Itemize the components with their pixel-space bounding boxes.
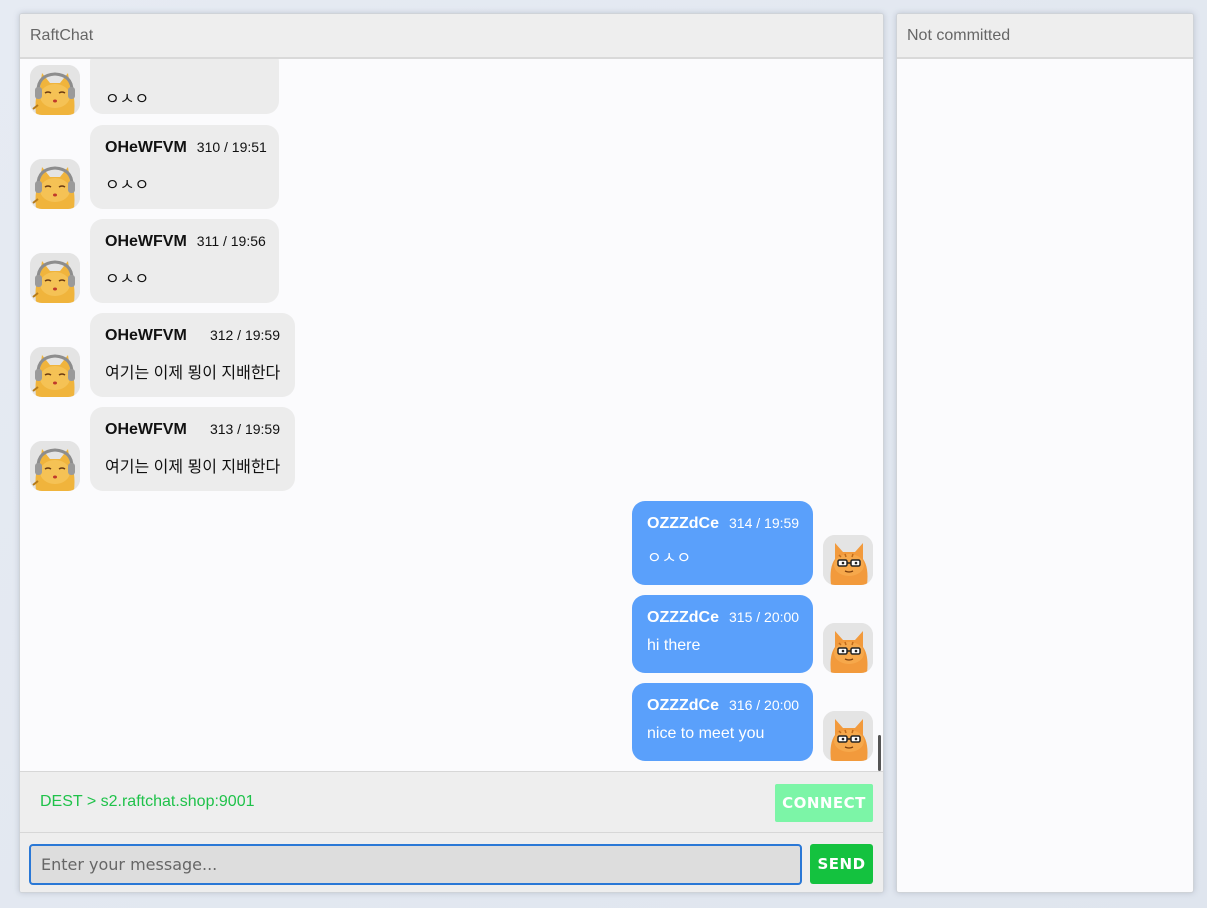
message-text: nice to meet you: [647, 725, 765, 742]
chat-header: RaftChat: [20, 14, 883, 59]
sleeping-cat-headphones-icon: [30, 441, 80, 491]
message-bubble: OZZZdCe 315 / 20:00 hi there: [632, 595, 813, 673]
message-bubble: OZZZdCe 316 / 20:00 nice to meet you: [632, 683, 813, 761]
message-row: OHeWFVM 313 / 19:59 여기는 이제 묑이 지배한다: [20, 407, 883, 491]
destination-address: DEST > s2.raftchat.shop:9001: [40, 793, 255, 810]
sleeping-cat-headphones-icon: [30, 65, 80, 115]
message-row: OZZZdCe 315 / 20:00 hi there: [20, 595, 883, 673]
message-row: OZZZdCe 316 / 20:00 nice to meet you: [20, 683, 883, 761]
message-text: hi there: [647, 637, 701, 654]
cat-with-glasses-icon: [823, 623, 873, 673]
cat-with-glasses-icon: [823, 711, 873, 761]
message-bubble: OHeWFVM 310 / 19:51 ㅇㅅㅇ: [90, 125, 279, 209]
message-row: OHeWFVM 312 / 19:59 여기는 이제 묑이 지배한다: [20, 313, 883, 397]
message-row: OZZZdCe 314 / 19:59 ㅇㅅㅇ: [20, 501, 883, 585]
app-title: RaftChat: [30, 27, 94, 44]
sender-name: OHeWFVM: [105, 233, 187, 250]
message-row: OHeWFVM 311 / 19:56 ㅇㅅㅇ: [20, 219, 883, 303]
message-bubble: OHeWFVM 311 / 19:56 ㅇㅅㅇ: [90, 219, 279, 303]
message-text: 여기는 이제 묑이 지배한다: [105, 365, 281, 382]
message-row: ㅇㅅㅇ: [20, 59, 883, 115]
chat-panel: RaftChat ㅇㅅㅇ OHeWFVM 310 / 19:51 ㅇㅅㅇ OHe…: [19, 13, 884, 893]
message-meta: 314 / 19:59: [729, 515, 800, 531]
message-meta: 312 / 19:59: [209, 327, 280, 343]
sleeping-cat-headphones-icon: [30, 253, 80, 303]
message-text: ㅇㅅㅇ: [647, 550, 692, 567]
sleeping-cat-headphones-icon: [30, 347, 80, 397]
message-meta: 310 / 19:51: [196, 139, 267, 155]
message-meta: 311 / 19:56: [196, 233, 266, 249]
composer-bar: SEND: [20, 832, 883, 892]
destination-bar: DEST > s2.raftchat.shop:9001 CONNECT: [20, 771, 883, 832]
message-input[interactable]: [29, 844, 802, 885]
message-meta: 316 / 20:00: [729, 697, 800, 713]
sender-name: OZZZdCe: [647, 515, 719, 532]
scrollbar-thumb[interactable]: [878, 735, 881, 771]
message-text: ㅇㅅㅇ: [105, 91, 150, 108]
message-text: ㅇㅅㅇ: [105, 271, 150, 288]
message-text: ㅇㅅㅇ: [105, 177, 150, 194]
uncommitted-header: Not committed: [897, 14, 1193, 59]
uncommitted-panel: Not committed: [896, 13, 1194, 893]
message-meta: 315 / 20:00: [729, 609, 800, 625]
sender-name: OZZZdCe: [647, 609, 719, 626]
connect-button[interactable]: CONNECT: [775, 784, 873, 822]
message-row: OHeWFVM 310 / 19:51 ㅇㅅㅇ: [20, 125, 883, 209]
message-bubble: OZZZdCe 314 / 19:59 ㅇㅅㅇ: [632, 501, 813, 585]
sender-name: OZZZdCe: [647, 697, 719, 714]
message-list[interactable]: ㅇㅅㅇ OHeWFVM 310 / 19:51 ㅇㅅㅇ OHeWFVM 311 …: [20, 59, 883, 771]
message-bubble: ㅇㅅㅇ: [90, 59, 279, 114]
message-bubble: OHeWFVM 313 / 19:59 여기는 이제 묑이 지배한다: [90, 407, 295, 491]
message-bubble: OHeWFVM 312 / 19:59 여기는 이제 묑이 지배한다: [90, 313, 295, 397]
sleeping-cat-headphones-icon: [30, 159, 80, 209]
send-button[interactable]: SEND: [810, 844, 873, 884]
cat-with-glasses-icon: [823, 535, 873, 585]
sender-name: OHeWFVM: [105, 139, 187, 156]
message-meta: 313 / 19:59: [209, 421, 280, 437]
sender-name: OHeWFVM: [105, 327, 187, 344]
uncommitted-title: Not committed: [907, 27, 1011, 44]
sender-name: OHeWFVM: [105, 421, 187, 438]
message-text: 여기는 이제 묑이 지배한다: [105, 459, 281, 476]
